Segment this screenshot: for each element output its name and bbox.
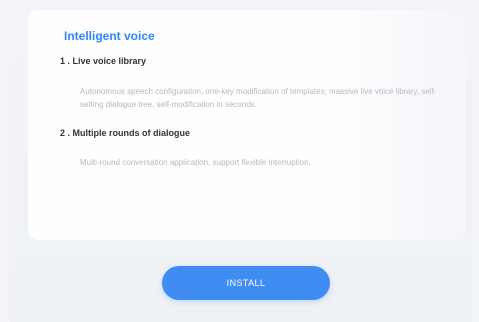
- section-title: Intelligent voice: [64, 29, 155, 43]
- feature-card: [28, 10, 466, 240]
- feature-description-live-voice-library: Autonomous speech configuration, one-key…: [80, 87, 437, 109]
- feature-heading-live-voice-library: 1 . Live voice library: [60, 56, 147, 66]
- feature-heading-multiple-rounds-of-dialogue: 2 . Multiple rounds of dialogue: [60, 128, 190, 138]
- feature-description-multiple-rounds-of-dialogue: Multi-round conversation application, su…: [80, 158, 311, 167]
- install-button[interactable]: INSTALL: [162, 266, 330, 300]
